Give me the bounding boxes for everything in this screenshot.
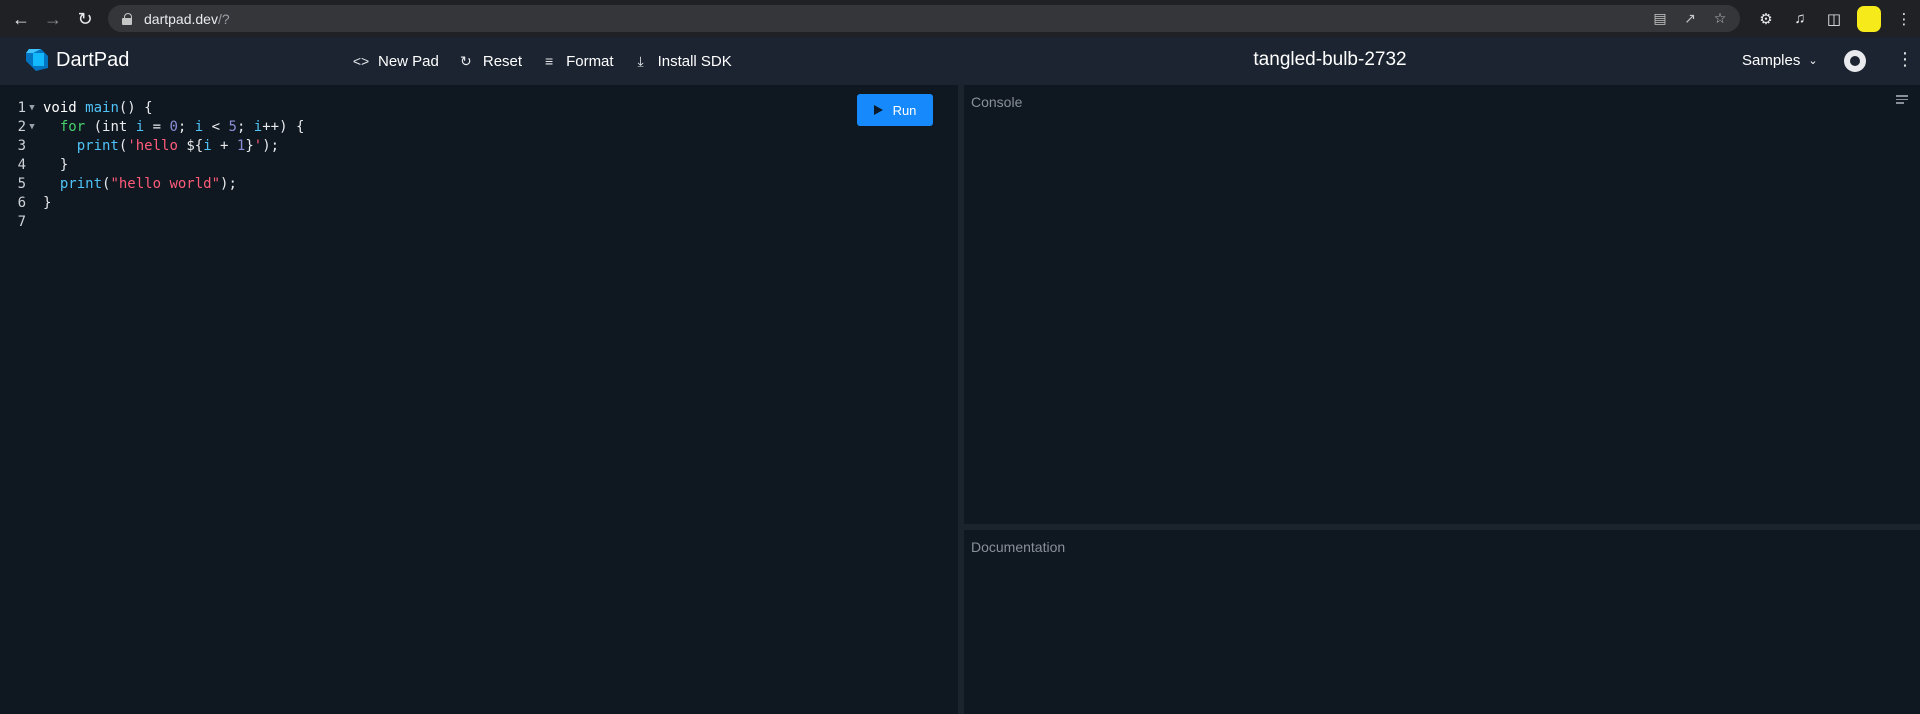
documentation-label: Documentation bbox=[971, 539, 1066, 555]
line-number: 7 bbox=[17, 214, 26, 230]
media-control-icon[interactable]: ♫ bbox=[1789, 8, 1811, 30]
install-sdk-button[interactable]: ⤓ Install SDK bbox=[632, 52, 732, 70]
app-header: DartPad <> New Pad ↻ Reset ≡ Format ⤓ In… bbox=[0, 37, 1920, 85]
reset-button[interactable]: ↻ Reset bbox=[457, 53, 522, 70]
chevron-down-icon: ⌄ bbox=[1808, 55, 1818, 67]
code-line: 1 ▼ void main() { bbox=[0, 99, 304, 118]
url-text: dartpad.dev/? bbox=[144, 10, 230, 27]
fold-gutter bbox=[26, 175, 38, 194]
bookmark-star-icon[interactable]: ☆ bbox=[1712, 10, 1728, 27]
download-icon: ⤓ bbox=[637, 52, 644, 69]
code-line: 5 print("hello world"); bbox=[0, 175, 304, 194]
run-label: Run bbox=[892, 102, 917, 118]
code-line: 7 bbox=[0, 213, 304, 232]
profile-avatar[interactable] bbox=[1857, 5, 1881, 32]
fold-gutter bbox=[26, 156, 38, 175]
code-line: 2 ▼ for (int i = 0; i < 5; i++) { bbox=[0, 118, 305, 137]
code-editor[interactable]: 1 ▼ void main() { 2 ▼ for (int i = 0; i … bbox=[0, 85, 958, 714]
line-number: 5 bbox=[17, 176, 26, 192]
line-number: 1 bbox=[17, 100, 26, 116]
console-panel: Console bbox=[964, 85, 1920, 524]
fold-arrow-icon[interactable]: ▼ bbox=[26, 99, 38, 118]
run-button[interactable]: Run bbox=[857, 94, 933, 126]
reset-label: Reset bbox=[482, 52, 523, 70]
browser-toolbar: ← → ↻ dartpad.dev/? ▤ ↗ ☆ ⚙ ♫ ◫ ⋮ bbox=[0, 0, 1920, 37]
lock-icon bbox=[122, 13, 132, 25]
reload-icon[interactable]: ↻ bbox=[72, 6, 98, 32]
translate-icon[interactable]: ▤ bbox=[1652, 10, 1668, 27]
address-bar[interactable]: dartpad.dev/? ▤ ↗ ☆ bbox=[108, 5, 1740, 32]
line-number: 4 bbox=[17, 157, 26, 173]
format-align-icon: ≡ bbox=[544, 53, 554, 69]
forward-icon[interactable]: → bbox=[40, 6, 66, 32]
code-line: 4 } bbox=[0, 156, 304, 175]
refresh-icon: ↻ bbox=[460, 52, 472, 69]
play-icon bbox=[873, 105, 883, 115]
line-number: 2 bbox=[17, 119, 26, 135]
side-panel-icon[interactable]: ◫ bbox=[1823, 8, 1845, 30]
line-number: 6 bbox=[17, 195, 26, 211]
fold-gutter bbox=[26, 194, 38, 213]
fold-gutter bbox=[26, 213, 38, 232]
pad-title[interactable]: tangled-bulb-2732 bbox=[1200, 49, 1460, 71]
code-brackets-icon: <> bbox=[352, 53, 370, 69]
fold-arrow-icon[interactable]: ▼ bbox=[26, 118, 38, 137]
github-icon[interactable] bbox=[1844, 50, 1866, 72]
line-number: 3 bbox=[17, 138, 26, 154]
format-label: Format bbox=[566, 52, 614, 70]
dart-logo-icon bbox=[26, 49, 48, 71]
console-label: Console bbox=[971, 94, 1023, 110]
clear-console-icon[interactable] bbox=[1896, 95, 1908, 105]
code-lines: 1 ▼ void main() { 2 ▼ for (int i = 0; i … bbox=[0, 99, 305, 232]
samples-label: Samples bbox=[1742, 52, 1801, 69]
browser-menu-icon[interactable]: ⋮ bbox=[1893, 8, 1915, 30]
format-button[interactable]: ≡ Format bbox=[540, 53, 614, 70]
code-line: 6 } bbox=[0, 194, 304, 213]
install-sdk-label: Install SDK bbox=[657, 52, 732, 70]
new-pad-label: New Pad bbox=[378, 52, 439, 70]
code-line: 3 print('hello ${i + 1}'); bbox=[0, 137, 304, 156]
share-icon[interactable]: ↗ bbox=[1682, 10, 1698, 27]
new-pad-button[interactable]: <> New Pad bbox=[352, 53, 439, 70]
documentation-panel: Documentation bbox=[964, 530, 1920, 714]
back-icon[interactable]: ← bbox=[8, 6, 34, 32]
samples-dropdown[interactable]: Samples ⌄ bbox=[1742, 52, 1818, 69]
extensions-icon[interactable]: ⚙ bbox=[1755, 8, 1777, 30]
fold-gutter bbox=[26, 137, 38, 156]
brand-name: DartPad bbox=[56, 49, 130, 71]
toolbar: <> New Pad ↻ Reset ≡ Format ⤓ Install SD… bbox=[352, 37, 750, 85]
more-menu-icon[interactable]: ⋮ bbox=[1896, 49, 1914, 70]
